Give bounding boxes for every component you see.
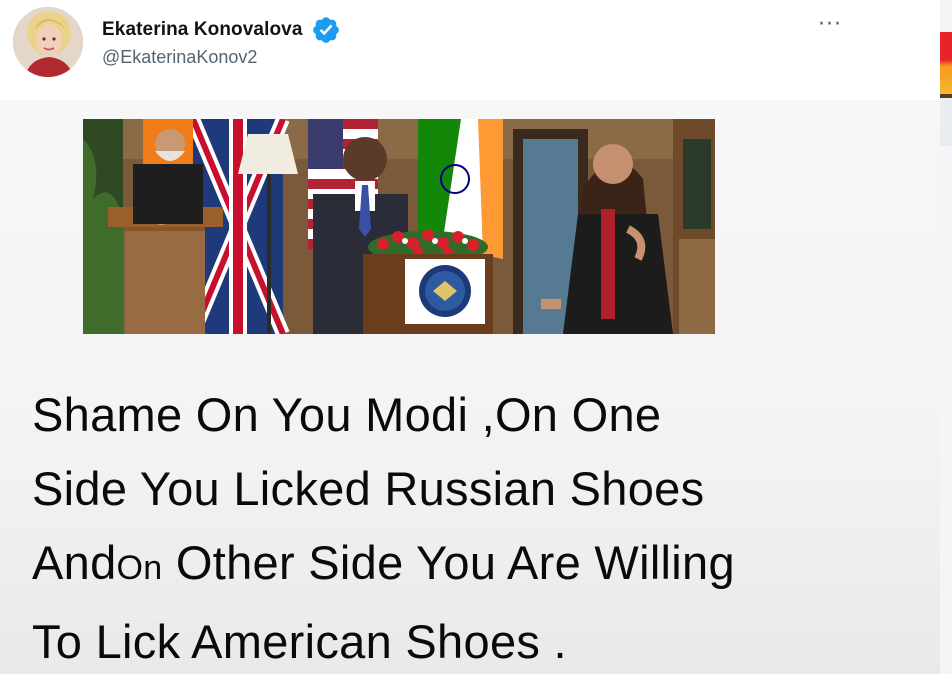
avatar[interactable] — [13, 7, 83, 77]
caption-line-2: Side You Licked Russian Shoes — [32, 462, 705, 515]
tweet-header: Ekaterina Konovalova @EkaterinaKonov2 ··… — [0, 0, 940, 100]
edge-panel — [940, 98, 952, 146]
caption-line-3-start: And — [32, 536, 117, 589]
more-options-button[interactable]: ··· — [812, 10, 848, 40]
tweet-media-card: Shame On You Modi ,On One Side You Licke… — [0, 100, 940, 674]
caption-line-3-end: Other Side You Are Willing — [162, 536, 735, 589]
author-handle[interactable]: @EkaterinaKonov2 — [102, 47, 257, 68]
screenshot: Ekaterina Konovalova @EkaterinaKonov2 ··… — [0, 0, 952, 674]
author-name-row: Ekaterina Konovalova — [102, 15, 341, 45]
adjacent-window-edge — [940, 0, 952, 674]
caption-line-1: Shame On You Modi ,On One — [32, 388, 662, 441]
caption-line-4: To Lick American Shoes . — [32, 615, 567, 668]
more-icon: ··· — [818, 12, 842, 37]
caption-line-3-small: On — [116, 549, 163, 587]
press-conference-photo[interactable] — [83, 119, 715, 334]
edge-color-bar — [940, 32, 952, 94]
caption-line-3: AndOn Other Side You Are Willing — [32, 526, 932, 605]
author-display-name[interactable]: Ekaterina Konovalova — [102, 19, 303, 41]
verified-badge-icon — [312, 17, 339, 43]
tweet-caption: Shame On You Modi ,On One Side You Licke… — [32, 378, 932, 674]
